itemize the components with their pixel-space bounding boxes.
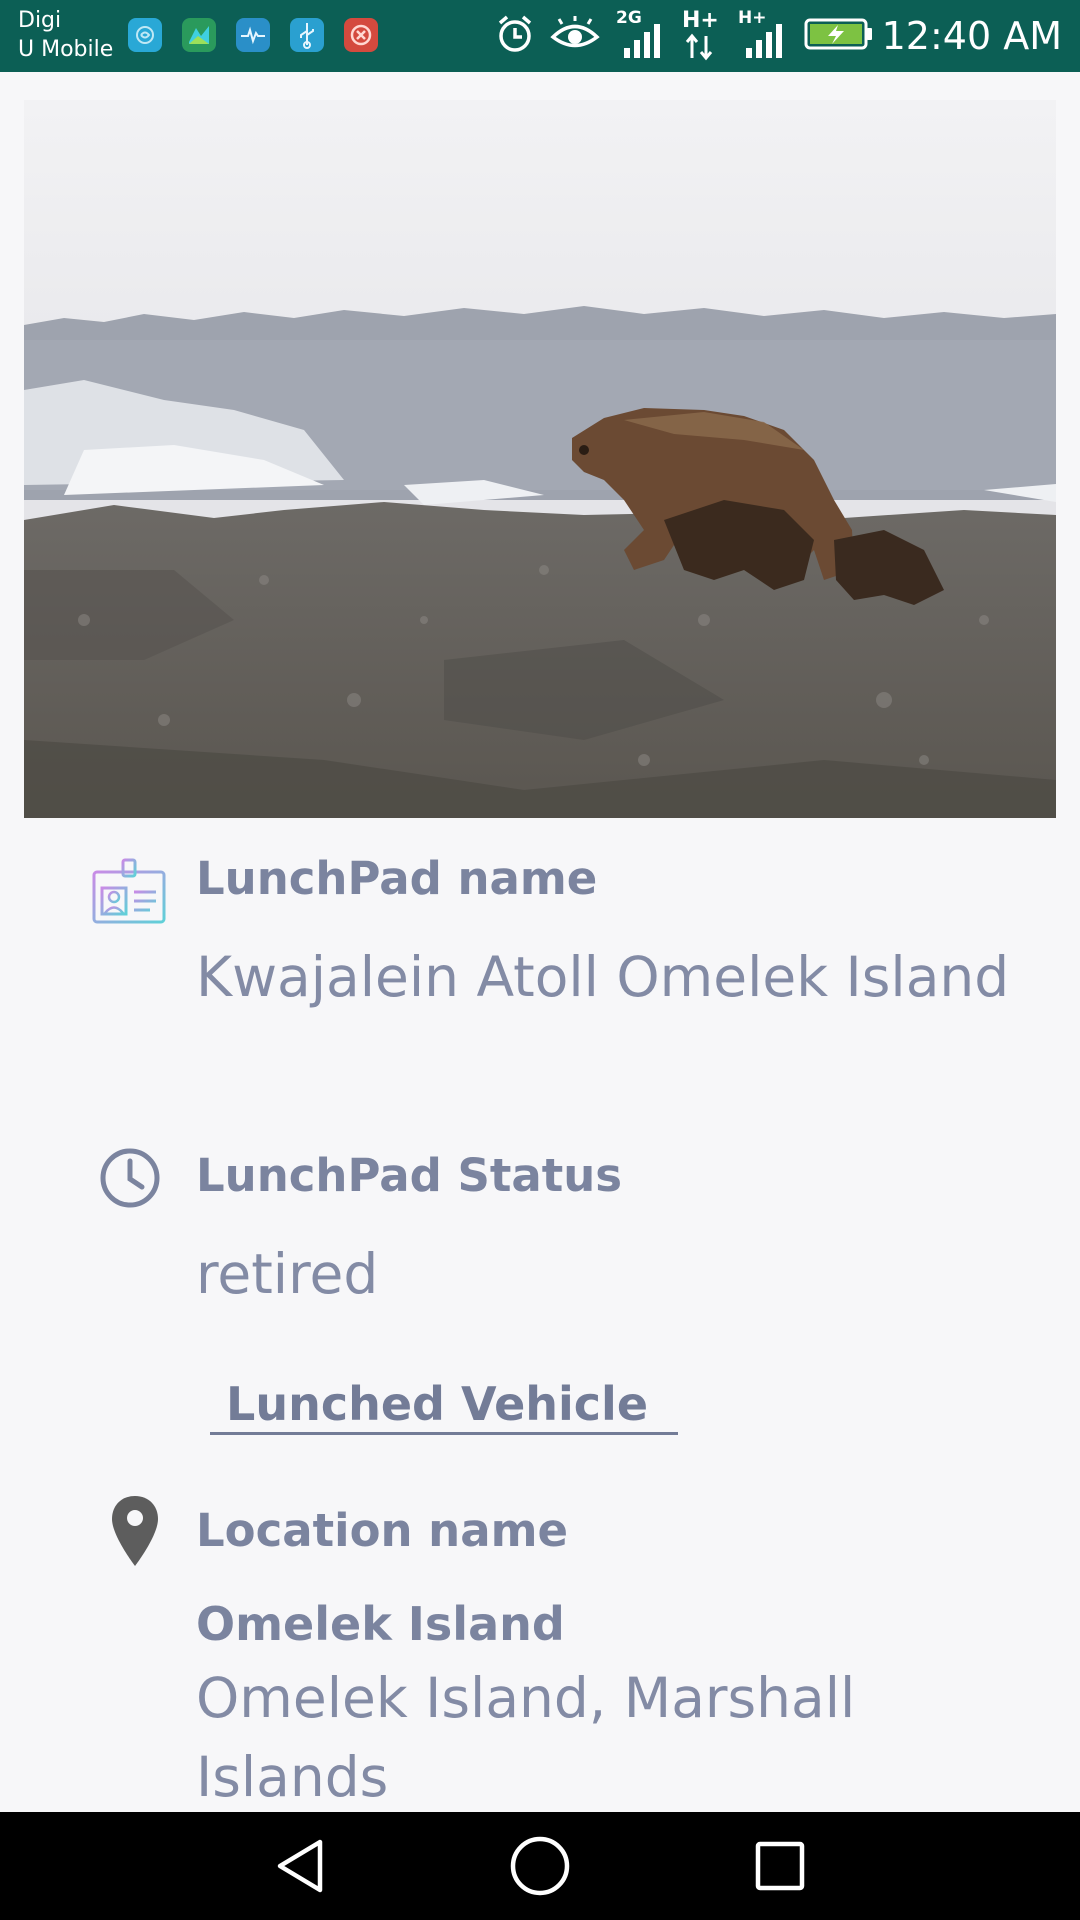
clock-icon	[98, 1146, 162, 1215]
eye-comfort-icon	[550, 15, 600, 57]
alarm-icon	[496, 14, 534, 59]
carrier-primary: Digi	[18, 8, 62, 33]
launchpad-name-value: Kwajalein Atoll Omelek Island	[196, 945, 1010, 1009]
carrier-info: Digi U Mobile	[18, 6, 113, 64]
usb-icon	[290, 18, 324, 52]
hero-image	[24, 100, 1056, 818]
chat-bubble-icon	[128, 18, 162, 52]
health-heart-icon	[236, 18, 270, 52]
launchpad-status-value: retired	[196, 1242, 379, 1306]
blocked-app-icon	[344, 18, 378, 52]
data-arrows-icon: H+	[682, 10, 722, 62]
battery-charging-icon	[804, 16, 874, 57]
location-region: Omelek Island, Marshall Islands	[196, 1666, 856, 1809]
status-time: 12:40 AM	[881, 14, 1062, 58]
back-icon[interactable]	[270, 1834, 334, 1898]
status-bar: Digi U Mobile 2G H+ H+ 12:40 AM	[0, 0, 1080, 72]
carrier-secondary: U Mobile	[18, 37, 114, 62]
notification-icons	[128, 18, 378, 52]
location-label: Location name	[196, 1504, 568, 1557]
recents-icon[interactable]	[748, 1834, 812, 1898]
launchpad-name-label: LunchPad name	[196, 852, 598, 905]
id-card-icon	[92, 858, 166, 931]
system-icons: 2G H+ H+	[496, 10, 874, 62]
signal-2g-icon: 2G	[616, 10, 666, 62]
home-icon[interactable]	[508, 1834, 572, 1898]
location-name: Omelek Island	[196, 1597, 565, 1651]
signal-h-icon: H+	[738, 10, 788, 62]
launchpad-status-label: LunchPad Status	[196, 1149, 623, 1202]
navigation-bar	[0, 1812, 1080, 1920]
launched-vehicle-link[interactable]: Lunched Vehicle	[210, 1376, 679, 1435]
map-app-icon	[182, 18, 216, 52]
map-pin-icon	[110, 1494, 160, 1573]
bear-with-cubs-photo	[24, 100, 1056, 818]
